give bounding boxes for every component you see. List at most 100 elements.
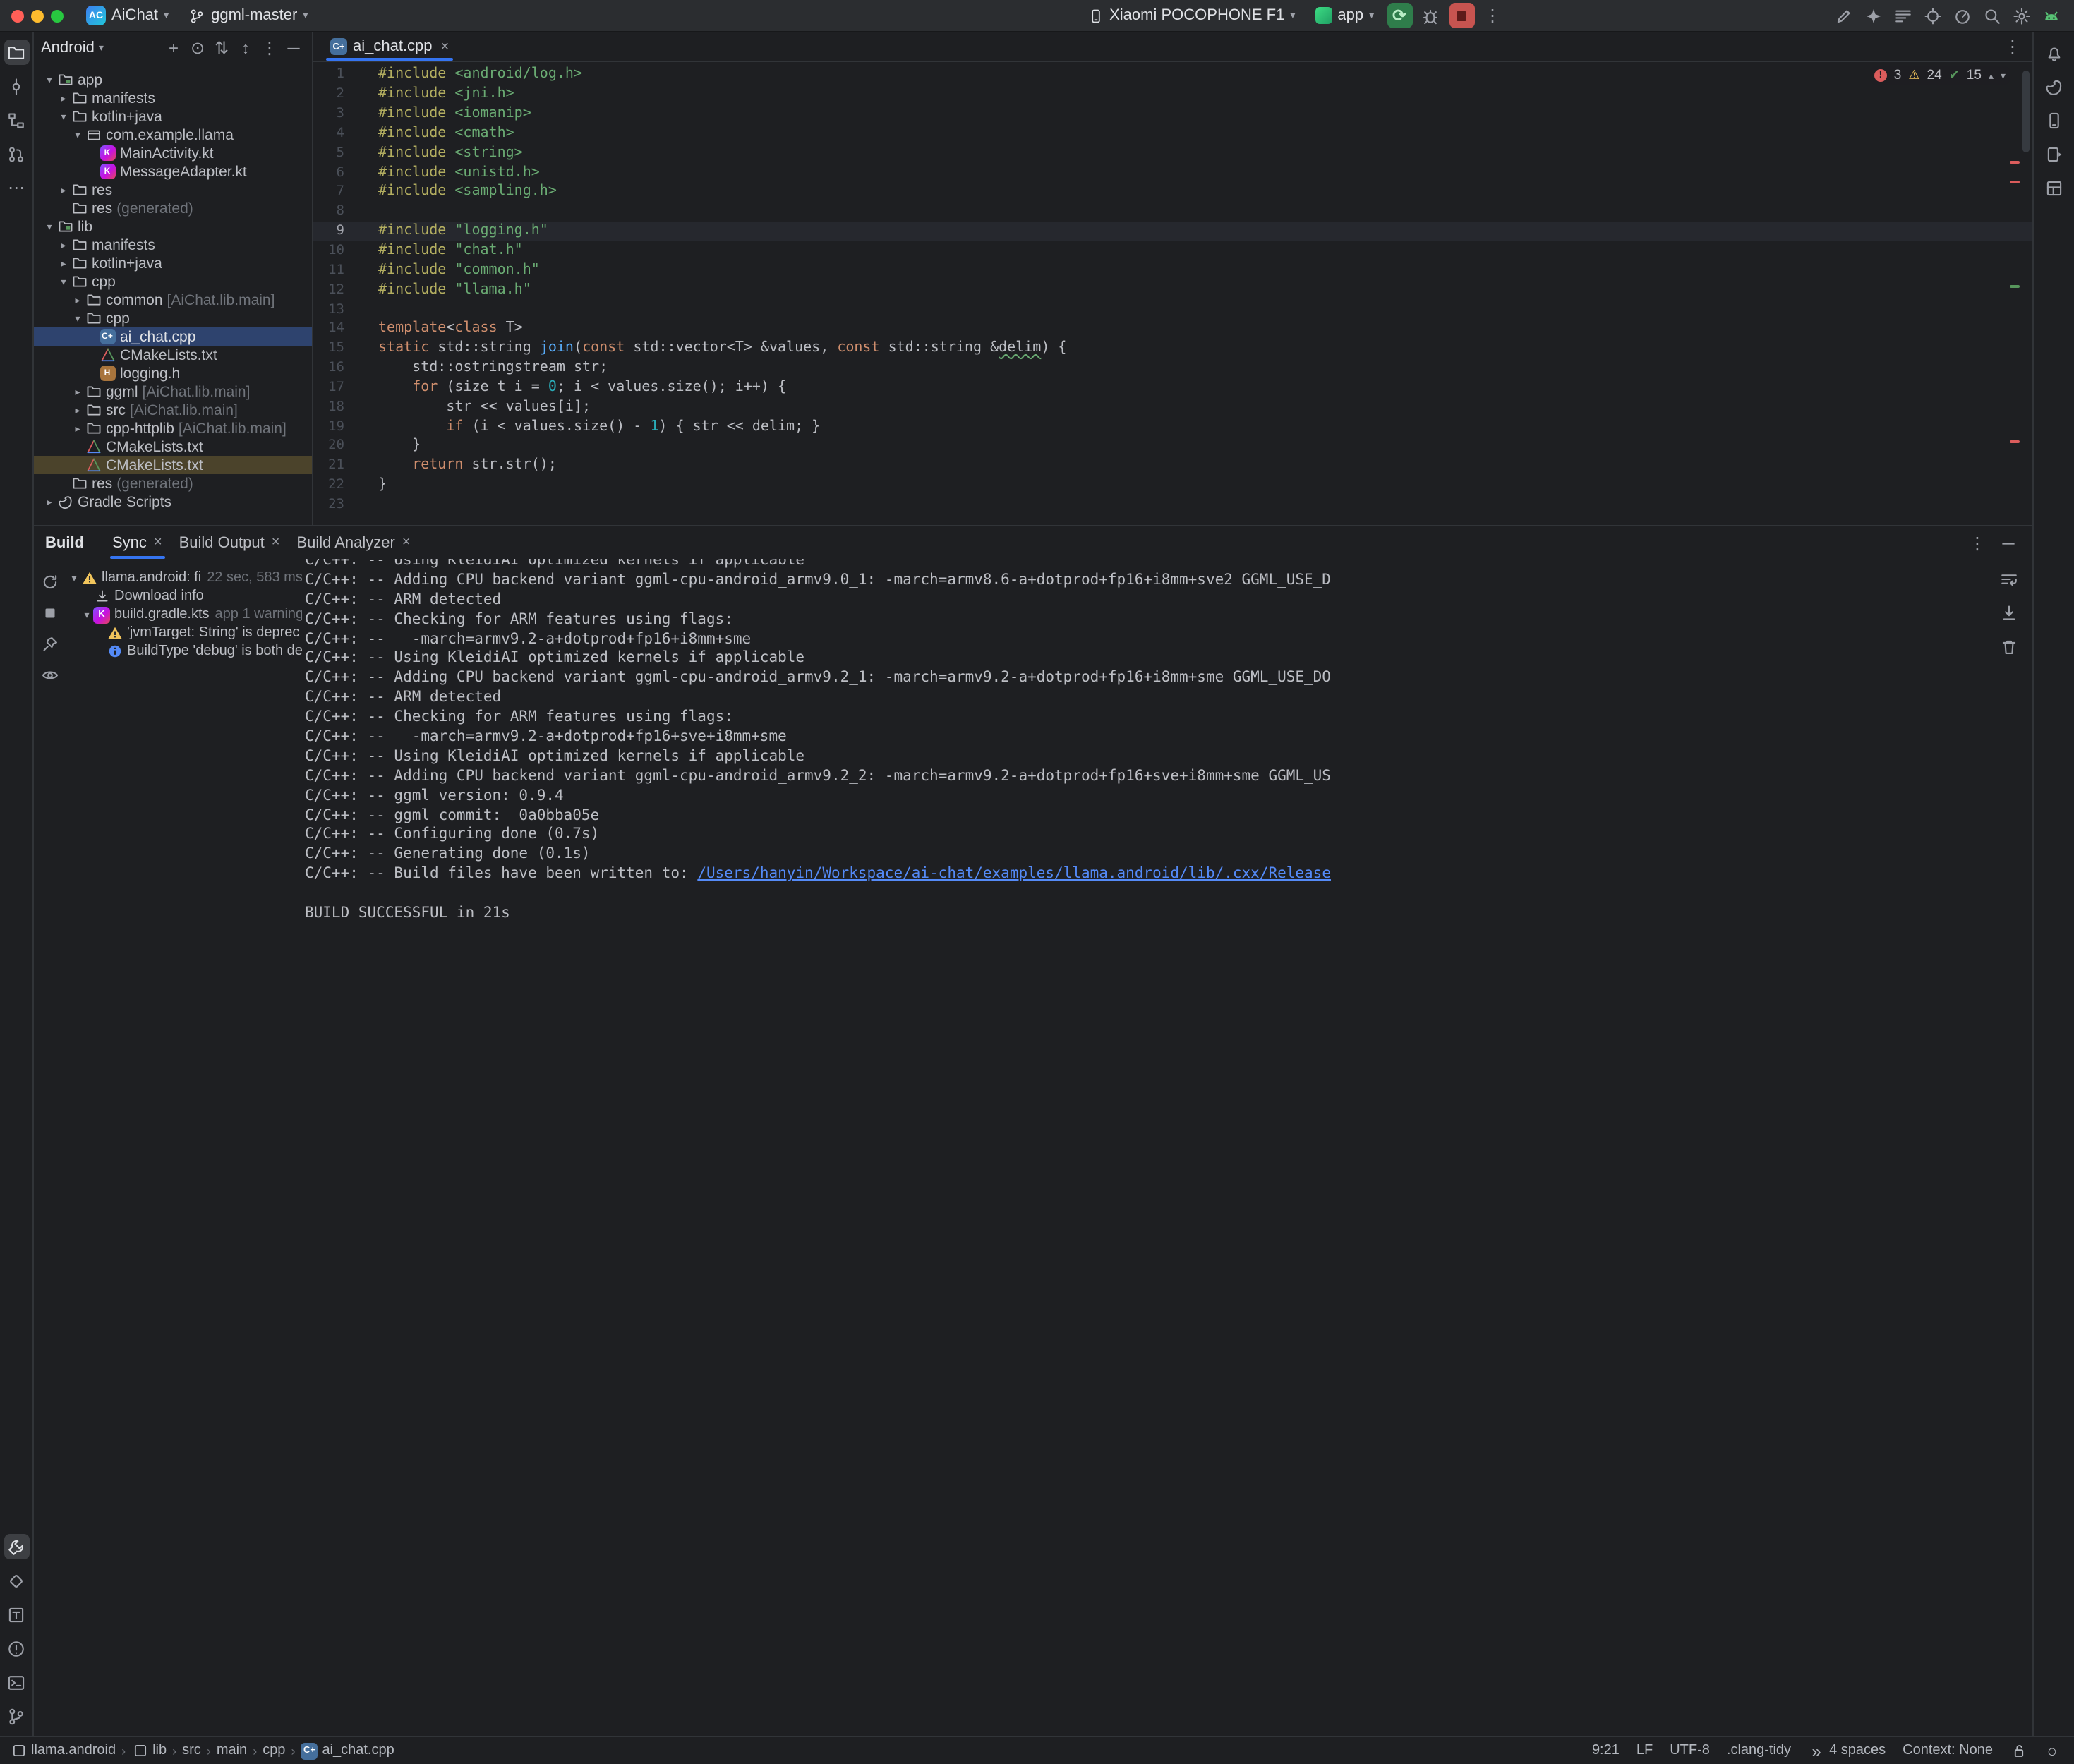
- build-console[interactable]: C/C++: -- Using KleidiAI optimized kerne…: [302, 559, 2032, 1736]
- line-number[interactable]: 3: [313, 106, 347, 121]
- run-config-selector[interactable]: app ▾: [1308, 3, 1381, 28]
- search-icon[interactable]: [1979, 3, 2004, 28]
- line-number[interactable]: 8: [313, 204, 347, 219]
- project-selector[interactable]: AC AiChat ▾: [79, 3, 176, 28]
- pull-requests-icon[interactable]: [4, 141, 29, 167]
- problems-icon[interactable]: [4, 1636, 29, 1661]
- tree-item-res[interactable]: ▸res: [34, 181, 312, 199]
- gradle-icon[interactable]: [2042, 73, 2067, 99]
- hide-panel-icon[interactable]: ─: [1996, 530, 2021, 555]
- tree-item-src[interactable]: ▸src [AiChat.lib.main]: [34, 401, 312, 419]
- tree-item-com.example.llama[interactable]: ▾com.example.llama: [34, 126, 312, 144]
- code-line-23[interactable]: 23: [313, 495, 2032, 514]
- chevron-right-icon[interactable]: ▸: [71, 386, 85, 397]
- chevron-right-icon[interactable]: ▸: [56, 239, 71, 250]
- line-number[interactable]: 13: [313, 301, 347, 317]
- line-number[interactable]: 11: [313, 262, 347, 278]
- chevron-right-icon[interactable]: ▸: [71, 404, 85, 416]
- device-explorer-icon[interactable]: [4, 1602, 29, 1627]
- debug-button[interactable]: [1418, 3, 1443, 28]
- code-line-21[interactable]: 21 return str.str();: [313, 456, 2032, 476]
- code-line-1[interactable]: 1#include <android/log.h>: [313, 65, 2032, 85]
- close-tab-icon[interactable]: ×: [441, 39, 450, 54]
- tree-item-kotlin+java[interactable]: ▾kotlin+java: [34, 107, 312, 126]
- zoom-window-button[interactable]: [51, 9, 64, 22]
- more-options-icon[interactable]: ⋮: [1965, 530, 1990, 555]
- chevron-down-icon[interactable]: ▾: [42, 221, 56, 232]
- code-line-2[interactable]: 2#include <jni.h>: [313, 85, 2032, 104]
- chevron-down-icon[interactable]: ▾: [71, 313, 85, 324]
- tree-item-app[interactable]: ▾app: [34, 71, 312, 89]
- app-quality-insights-icon[interactable]: [4, 1568, 29, 1593]
- build-tree-item[interactable]: ▾llama.android: fi22 sec, 583 ms: [65, 569, 302, 587]
- chevron-right-icon[interactable]: ▸: [71, 294, 85, 306]
- rerun-button[interactable]: ⟳: [1387, 3, 1412, 28]
- code-line-7[interactable]: 7#include <sampling.h>: [313, 182, 2032, 202]
- line-number[interactable]: 1: [313, 67, 347, 83]
- breadcrumb-main[interactable]: main: [217, 1743, 247, 1758]
- live-edit-icon[interactable]: [1831, 3, 1856, 28]
- app-inspection-icon[interactable]: [1919, 3, 1945, 28]
- code-line-11[interactable]: 11#include "common.h": [313, 260, 2032, 280]
- tree-item-ggml[interactable]: ▸ggml [AiChat.lib.main]: [34, 382, 312, 401]
- tree-item-Gradle-Scripts[interactable]: ▸Gradle Scripts: [34, 493, 312, 511]
- line-number[interactable]: 15: [313, 340, 347, 356]
- error-stripe-mark[interactable]: [2010, 181, 2020, 183]
- logcat-icon[interactable]: [1890, 3, 1915, 28]
- chevron-down-icon[interactable]: ▾: [68, 572, 80, 584]
- editor-options-button[interactable]: ⋮: [2000, 34, 2025, 59]
- build-tab-build-analyzer[interactable]: Build Analyzer×: [288, 526, 418, 559]
- code-line-5[interactable]: 5#include <string>: [313, 143, 2032, 163]
- settings-icon[interactable]: [2008, 3, 2034, 28]
- rerun-sync-icon[interactable]: [38, 570, 61, 593]
- chevron-down-icon[interactable]: ▾: [80, 609, 93, 620]
- tree-item-CMakeLists.txt[interactable]: CMakeLists.txt: [34, 456, 312, 474]
- code-line-15[interactable]: 15static std::string join(const std::vec…: [313, 339, 2032, 358]
- pin-icon[interactable]: [38, 632, 61, 655]
- code-line-14[interactable]: 14template<class T>: [313, 319, 2032, 339]
- build-tree-item[interactable]: 'jvmTarget: String' is deprec: [65, 624, 302, 642]
- prev-problem-icon[interactable]: ▴: [1989, 70, 1994, 81]
- notifications-icon[interactable]: [2042, 40, 2067, 65]
- tree-item-CMakeLists.txt[interactable]: CMakeLists.txt: [34, 437, 312, 456]
- line-number[interactable]: 14: [313, 321, 347, 337]
- chevron-right-icon[interactable]: ▸: [56, 258, 71, 269]
- next-problem-icon[interactable]: ▾: [2001, 70, 2006, 81]
- more-tool-windows-icon[interactable]: ⋯: [4, 175, 29, 200]
- ai-assistant-icon[interactable]: [1860, 3, 1886, 28]
- chevron-down-icon[interactable]: ▾: [56, 276, 71, 287]
- build-tab-build-output[interactable]: Build Output×: [171, 526, 289, 559]
- line-number[interactable]: 19: [313, 418, 347, 434]
- tree-item-res[interactable]: res (generated): [34, 474, 312, 493]
- code-line-17[interactable]: 17 for (size_t i = 0; i < values.size();…: [313, 377, 2032, 397]
- breadcrumb-ai_chat.cpp[interactable]: C+ai_chat.cpp: [301, 1742, 394, 1759]
- status-item-.clang-tidy[interactable]: .clang-tidy: [1727, 1743, 1791, 1758]
- layout-inspector-icon[interactable]: [2042, 175, 2067, 200]
- collapse-all-icon[interactable]: ↕: [234, 36, 257, 59]
- code-line-20[interactable]: 20 }: [313, 436, 2032, 456]
- project-view-selector[interactable]: Android: [41, 39, 95, 56]
- terminal-icon[interactable]: [4, 1669, 29, 1695]
- breadcrumb-cpp[interactable]: cpp: [263, 1743, 285, 1758]
- code-line-12[interactable]: 12#include "llama.h": [313, 280, 2032, 300]
- device-manager-icon[interactable]: [2042, 107, 2067, 133]
- inspections-widget[interactable]: ! 3 ⚠ 24 ✔ 15 ▴ ▾: [1870, 66, 2010, 85]
- line-number[interactable]: 7: [313, 184, 347, 200]
- line-number[interactable]: 17: [313, 380, 347, 395]
- tree-item-MainActivity.kt[interactable]: KMainActivity.kt: [34, 144, 312, 162]
- status-item-status-circle-icon[interactable]: ○: [2044, 1742, 2061, 1759]
- tree-item-res[interactable]: res (generated): [34, 199, 312, 217]
- more-options-icon[interactable]: ⋮: [258, 36, 281, 59]
- tree-item-manifests[interactable]: ▸manifests: [34, 236, 312, 254]
- build-tab-sync[interactable]: Sync×: [104, 526, 171, 559]
- line-number[interactable]: 23: [313, 497, 347, 512]
- running-devices-icon[interactable]: [2042, 141, 2067, 167]
- code-line-4[interactable]: 4#include <cmath>: [313, 123, 2032, 143]
- build-tree-item[interactable]: ▾Kbuild.gradle.ktsapp 1 warning: [65, 605, 302, 624]
- tree-item-manifests[interactable]: ▸manifests: [34, 89, 312, 107]
- build-tree-item[interactable]: Download info: [65, 587, 302, 605]
- breadcrumb-src[interactable]: src: [182, 1743, 201, 1758]
- line-number[interactable]: 16: [313, 360, 347, 375]
- status-item-UTF-8[interactable]: UTF-8: [1670, 1743, 1710, 1758]
- line-number[interactable]: 9: [313, 223, 347, 238]
